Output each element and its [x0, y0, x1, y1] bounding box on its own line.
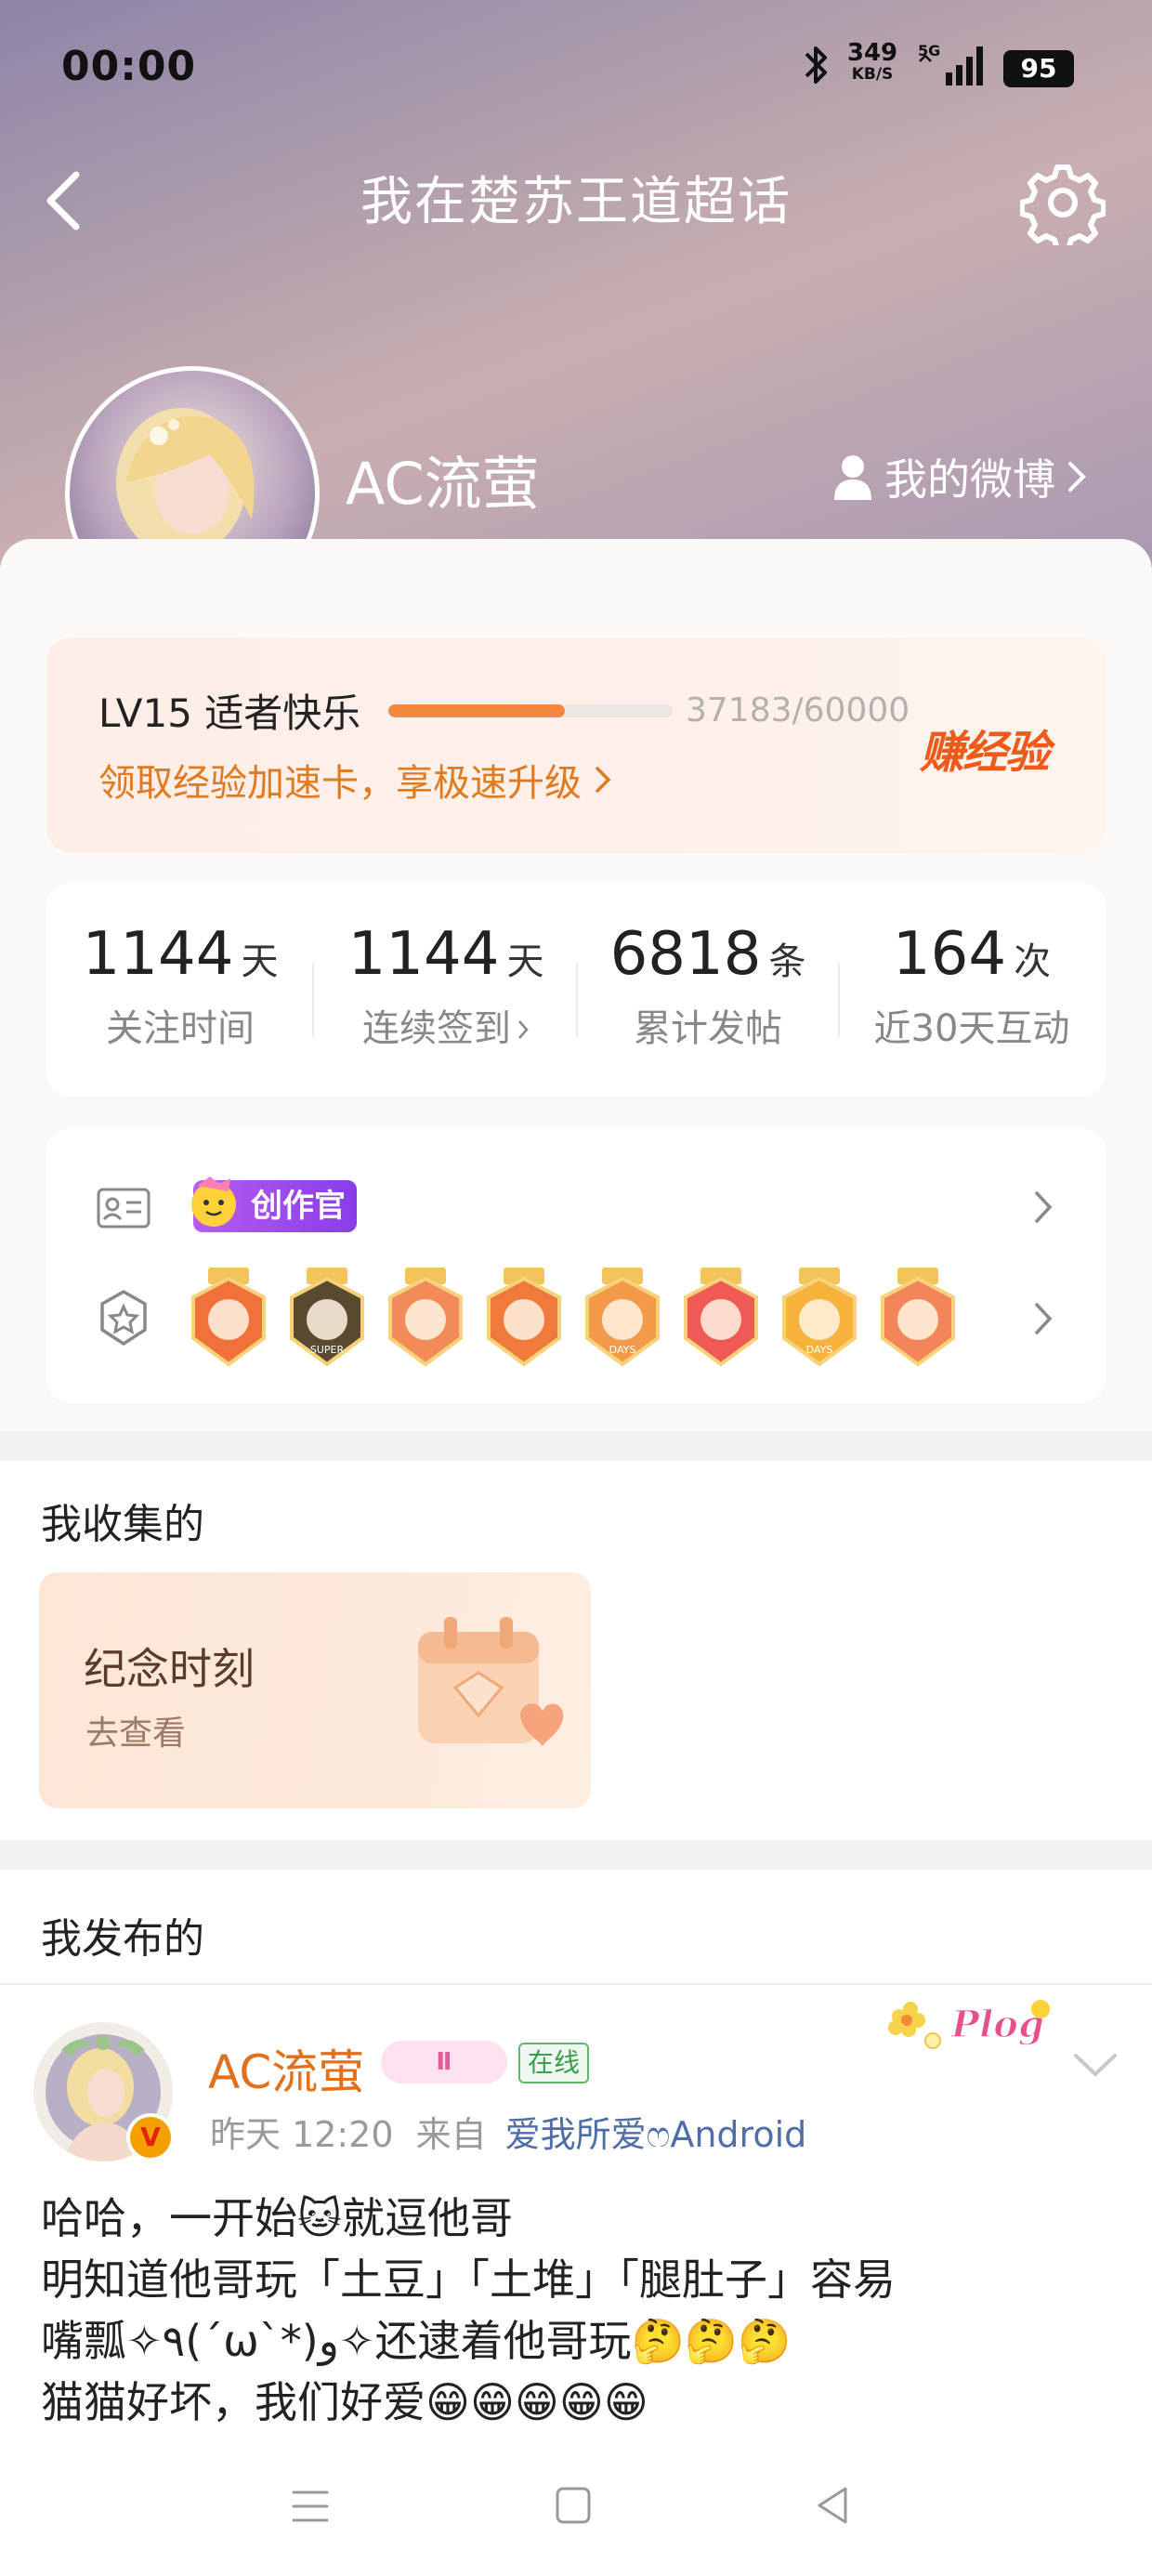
level-progress-fill — [388, 704, 565, 717]
medal-text: SUPER — [310, 1344, 345, 1356]
crown-fox-medal[interactable] — [487, 1268, 561, 1367]
stat-follow-time: 1144 天 关注时间 — [48, 920, 312, 1052]
boost-card-label: 领取经验加速卡，享极速升级 — [98, 762, 582, 805]
fox-medal[interactable] — [191, 1268, 266, 1367]
post-source-link[interactable]: 爱我所爱ෆAndroid — [505, 2114, 807, 2155]
stat-unit: 天 — [506, 940, 544, 983]
my-weibo-link[interactable]: 我的微博 — [832, 444, 1087, 509]
medal-icon — [100, 1290, 147, 1346]
level-progress-bar — [388, 704, 673, 717]
medal-text: DAYS — [806, 1344, 833, 1356]
level-label: LV15 适者快乐 — [98, 690, 361, 736]
collection-section-title: 我收集的 — [41, 1501, 204, 1548]
stat-value: 1144 — [347, 920, 500, 989]
chevron-right-icon[interactable] — [1033, 1189, 1054, 1225]
post-meta: 昨天 12:20 来自 爱我所爱ෆAndroid — [210, 2106, 806, 2157]
back-triangle-icon[interactable] — [812, 2483, 851, 2528]
post-author-level-badge: Ⅱ — [381, 2041, 507, 2083]
section-separator — [0, 1840, 1152, 1870]
chevron-down-icon[interactable] — [1072, 2050, 1119, 2078]
30-days-medal[interactable]: DAYS — [782, 1268, 857, 1367]
earn-exp-button[interactable]: 赚经验 — [920, 716, 1050, 781]
status-bar: 00:00 349 KB/S 5G 95 — [0, 0, 1152, 139]
post-from-label: 来自 — [415, 2114, 487, 2155]
medal-list: SUPER DAYS DAYS — [191, 1268, 955, 1367]
stat-label: 关注时间 — [106, 1007, 255, 1050]
post-line: 猫猫好坏，我们好爱😁😁😁😁😁 — [41, 2377, 648, 2427]
stat-unit: 条 — [768, 940, 806, 983]
plog-sticker-icon: Plog — [888, 2000, 1050, 2049]
memorial-card-link[interactable]: 去查看 — [85, 1706, 186, 1755]
profile-username: AC流萤 — [346, 450, 540, 518]
back-chevron-icon[interactable] — [41, 167, 85, 234]
section-separator — [0, 1431, 1152, 1461]
stat-value: 1144 — [82, 920, 234, 989]
person-icon — [834, 455, 871, 500]
chevron-right-icon — [518, 1020, 529, 1039]
post-line: 哈哈，一开始🐱就逗他哥 — [41, 2193, 513, 2243]
gear-icon[interactable] — [1020, 160, 1106, 245]
network-speed: 349 KB/S — [844, 41, 901, 83]
chevron-right-icon[interactable] — [1033, 1301, 1054, 1336]
memorial-card-title: 纪念时刻 — [84, 1644, 255, 1694]
verified-badge-letter: V — [130, 2117, 171, 2158]
signal-5g-icon: 5G — [918, 42, 983, 85]
verified-badge-icon: V — [126, 2113, 175, 2162]
id-card-icon — [97, 1188, 151, 1229]
posts-section-title: 我发布的 — [41, 1915, 204, 1963]
creator-mascot-icon — [191, 1176, 236, 1227]
stat-label: 近30天互动 — [873, 1007, 1070, 1050]
divider — [0, 1983, 1152, 1985]
home-square-icon[interactable] — [554, 2485, 593, 2526]
post-line: 明知道他哥玩「土豆」「土堆」「腿肚子」容易 — [41, 2254, 896, 2305]
post-content[interactable]: 哈哈，一开始🐱就逗他哥 明知道他哥玩「土豆」「土堆」「腿肚子」容易 嘴瓢✧٩(ˊ… — [41, 2188, 1128, 2433]
stat-unit: 次 — [1014, 940, 1052, 983]
network-speed-unit: KB/S — [851, 65, 894, 84]
trophy-medal[interactable] — [684, 1268, 758, 1367]
calendar-gem-illustration — [418, 1617, 564, 1747]
stat-total-posts: 6818 条 累计发帖 — [576, 920, 840, 1052]
stat-checkin-streak[interactable]: 1144 天 连续签到 — [314, 920, 578, 1052]
hand-medal[interactable] — [881, 1268, 955, 1367]
stat-value: 164 — [892, 920, 1007, 989]
menu-icon[interactable] — [290, 2487, 331, 2526]
online-status-badge: 在线 — [518, 2043, 590, 2083]
level-progress-text: 37183/60000 — [686, 691, 910, 729]
super-medal[interactable]: SUPER — [290, 1268, 364, 1367]
boost-card-link[interactable]: 领取经验加速卡，享极速升级 — [98, 753, 611, 807]
cat-medal[interactable] — [388, 1268, 463, 1367]
bluetooth-icon — [805, 46, 827, 84]
stat-label: 累计发帖 — [634, 1007, 782, 1050]
my-weibo-label: 我的微博 — [884, 454, 1055, 505]
chevron-right-icon — [1068, 462, 1086, 492]
stat-interactions: 164 次 近30天互动 — [840, 920, 1104, 1052]
plog-sticker-text: Plog — [950, 2003, 1044, 2046]
post-time: 昨天 12:20 — [210, 2114, 394, 2155]
page-title: 我在楚苏王道超话 — [360, 172, 792, 232]
post-author-name[interactable]: AC流萤 — [208, 2035, 364, 2102]
battery-indicator: 95 — [1003, 50, 1074, 87]
stat-label: 连续签到 — [362, 1007, 511, 1050]
stat-unit: 天 — [241, 940, 279, 983]
medal-text: DAYS — [609, 1344, 636, 1356]
stat-value: 6818 — [609, 920, 762, 989]
network-speed-value: 349 — [846, 39, 898, 67]
signal-type-text: 5G — [918, 42, 940, 59]
chevron-right-icon — [596, 767, 611, 793]
status-time: 00:00 — [61, 43, 197, 90]
post-line: 嘴瓢✧٩(ˊωˋ*)و✧还逮着他哥玩🤔🤔🤔 — [41, 2316, 792, 2366]
100-days-medal[interactable]: DAYS — [585, 1268, 660, 1367]
